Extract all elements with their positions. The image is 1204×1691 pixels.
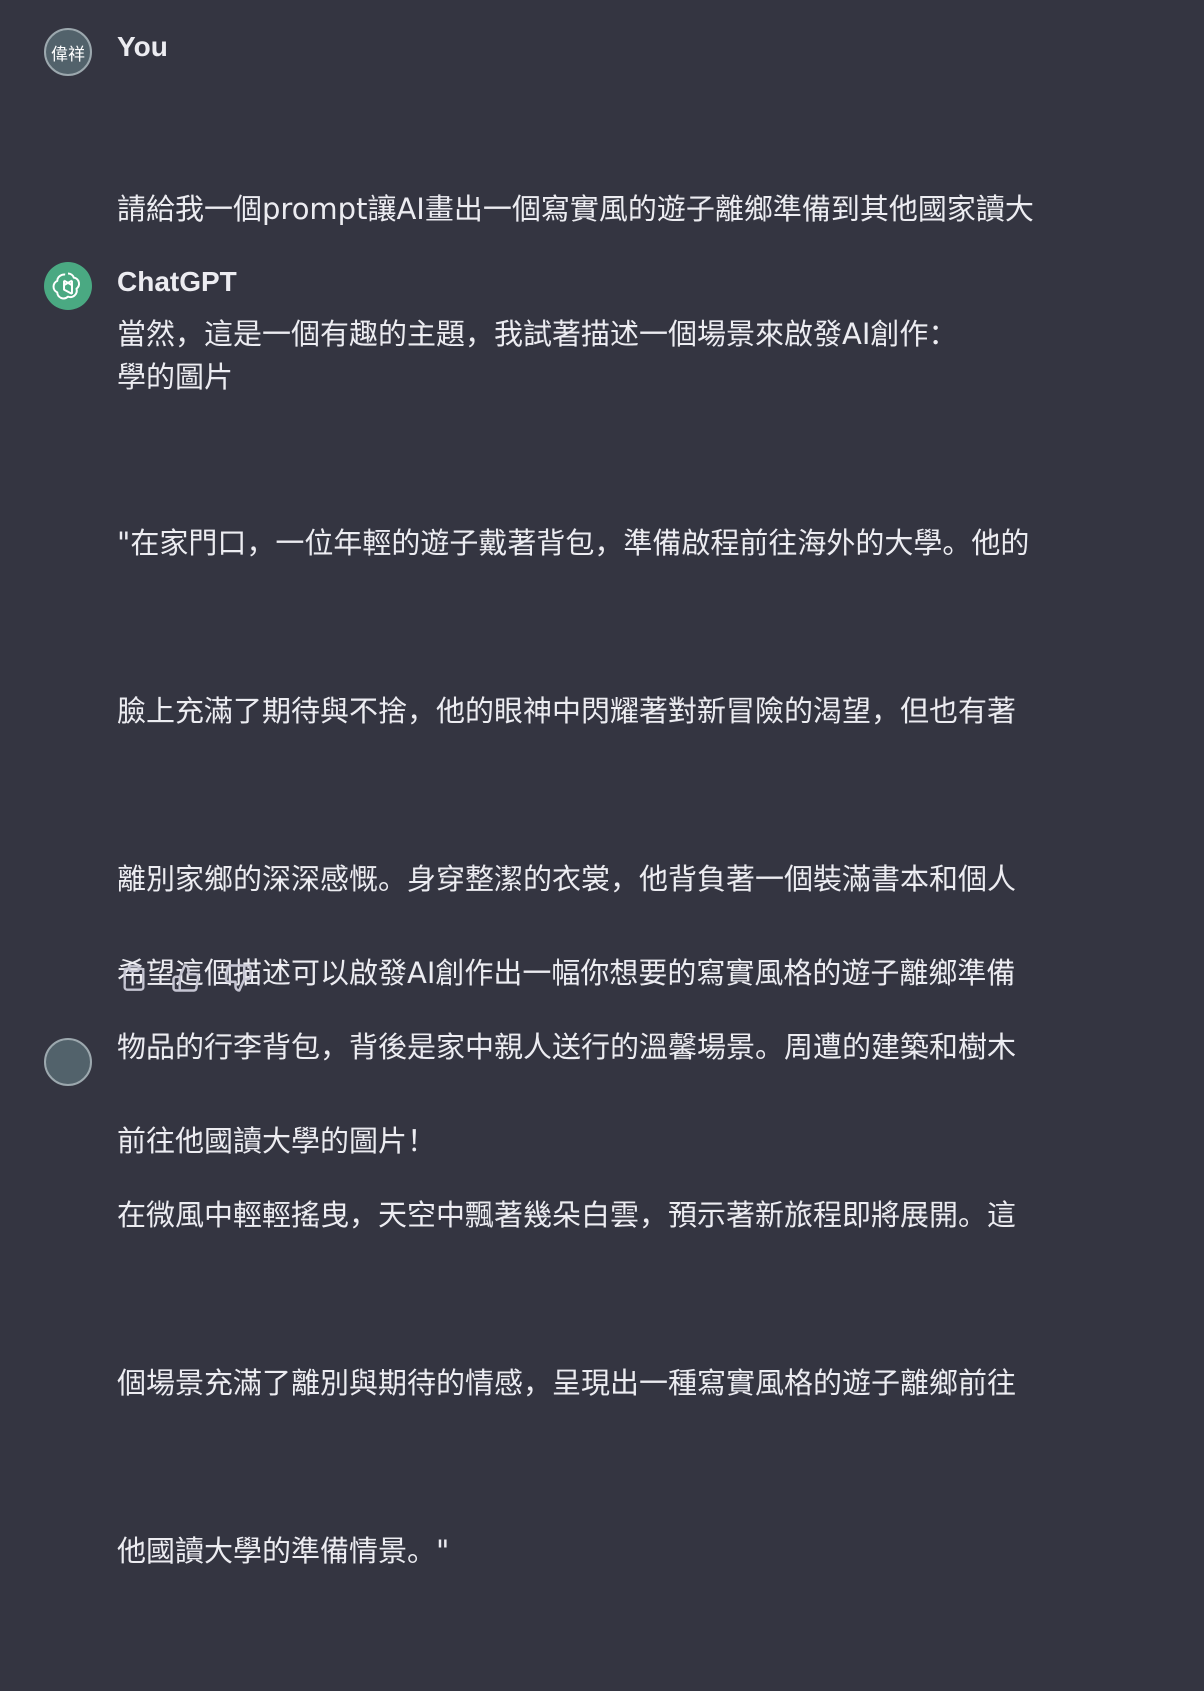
thumbs-down-button[interactable] [221,958,255,998]
thumbs-up-button[interactable] [169,958,203,998]
copy-button[interactable] [117,958,151,998]
user-message-line: 請給我一個prompt讓AI畫出一個寫實風的遊子離鄉準備到其他國家讀大 [117,192,1034,226]
chatgpt-logo-icon [44,262,92,310]
quote-line: 臉上充滿了期待與不捨，他的眼神中閃耀著對新冒險的渴望，但也有著 [117,694,1017,728]
assistant-sender-name: ChatGPT [117,266,237,297]
clipboard-icon [123,965,145,991]
closing-line: 希望這個描述可以啟發AI創作出一幅你想要的寫實風格的遊子離鄉準備 [117,956,1016,990]
user-sender-name: You [117,31,168,62]
assistant-closing: 希望這個描述可以啟發AI創作出一幅你想要的寫實風格的遊子離鄉準備 前往他國讀大學… [117,833,1147,1281]
quote-line: 他國讀大學的準備情景。" [117,1534,450,1568]
quote-line: "在家門口，一位年輕的遊子戴著背包，準備啟程前往海外的大學。他的 [117,526,1030,560]
quote-line: 個場景充滿了離別與期待的情感，呈現出一種寫實風格的遊子離鄉前往 [117,1366,1017,1400]
thumbs-down-icon [224,964,252,992]
user-avatar: 偉祥 [44,28,92,76]
closing-line: 前往他國讀大學的圖片！ [117,1124,437,1158]
next-message-avatar [44,1038,92,1086]
thumbs-up-icon [172,964,200,992]
assistant-intro: 當然，這是一個有趣的主題，我試著描述一個場景來啟發AI創作： [117,317,958,351]
user-avatar-text: 偉祥 [51,44,85,65]
message-actions [117,958,255,998]
